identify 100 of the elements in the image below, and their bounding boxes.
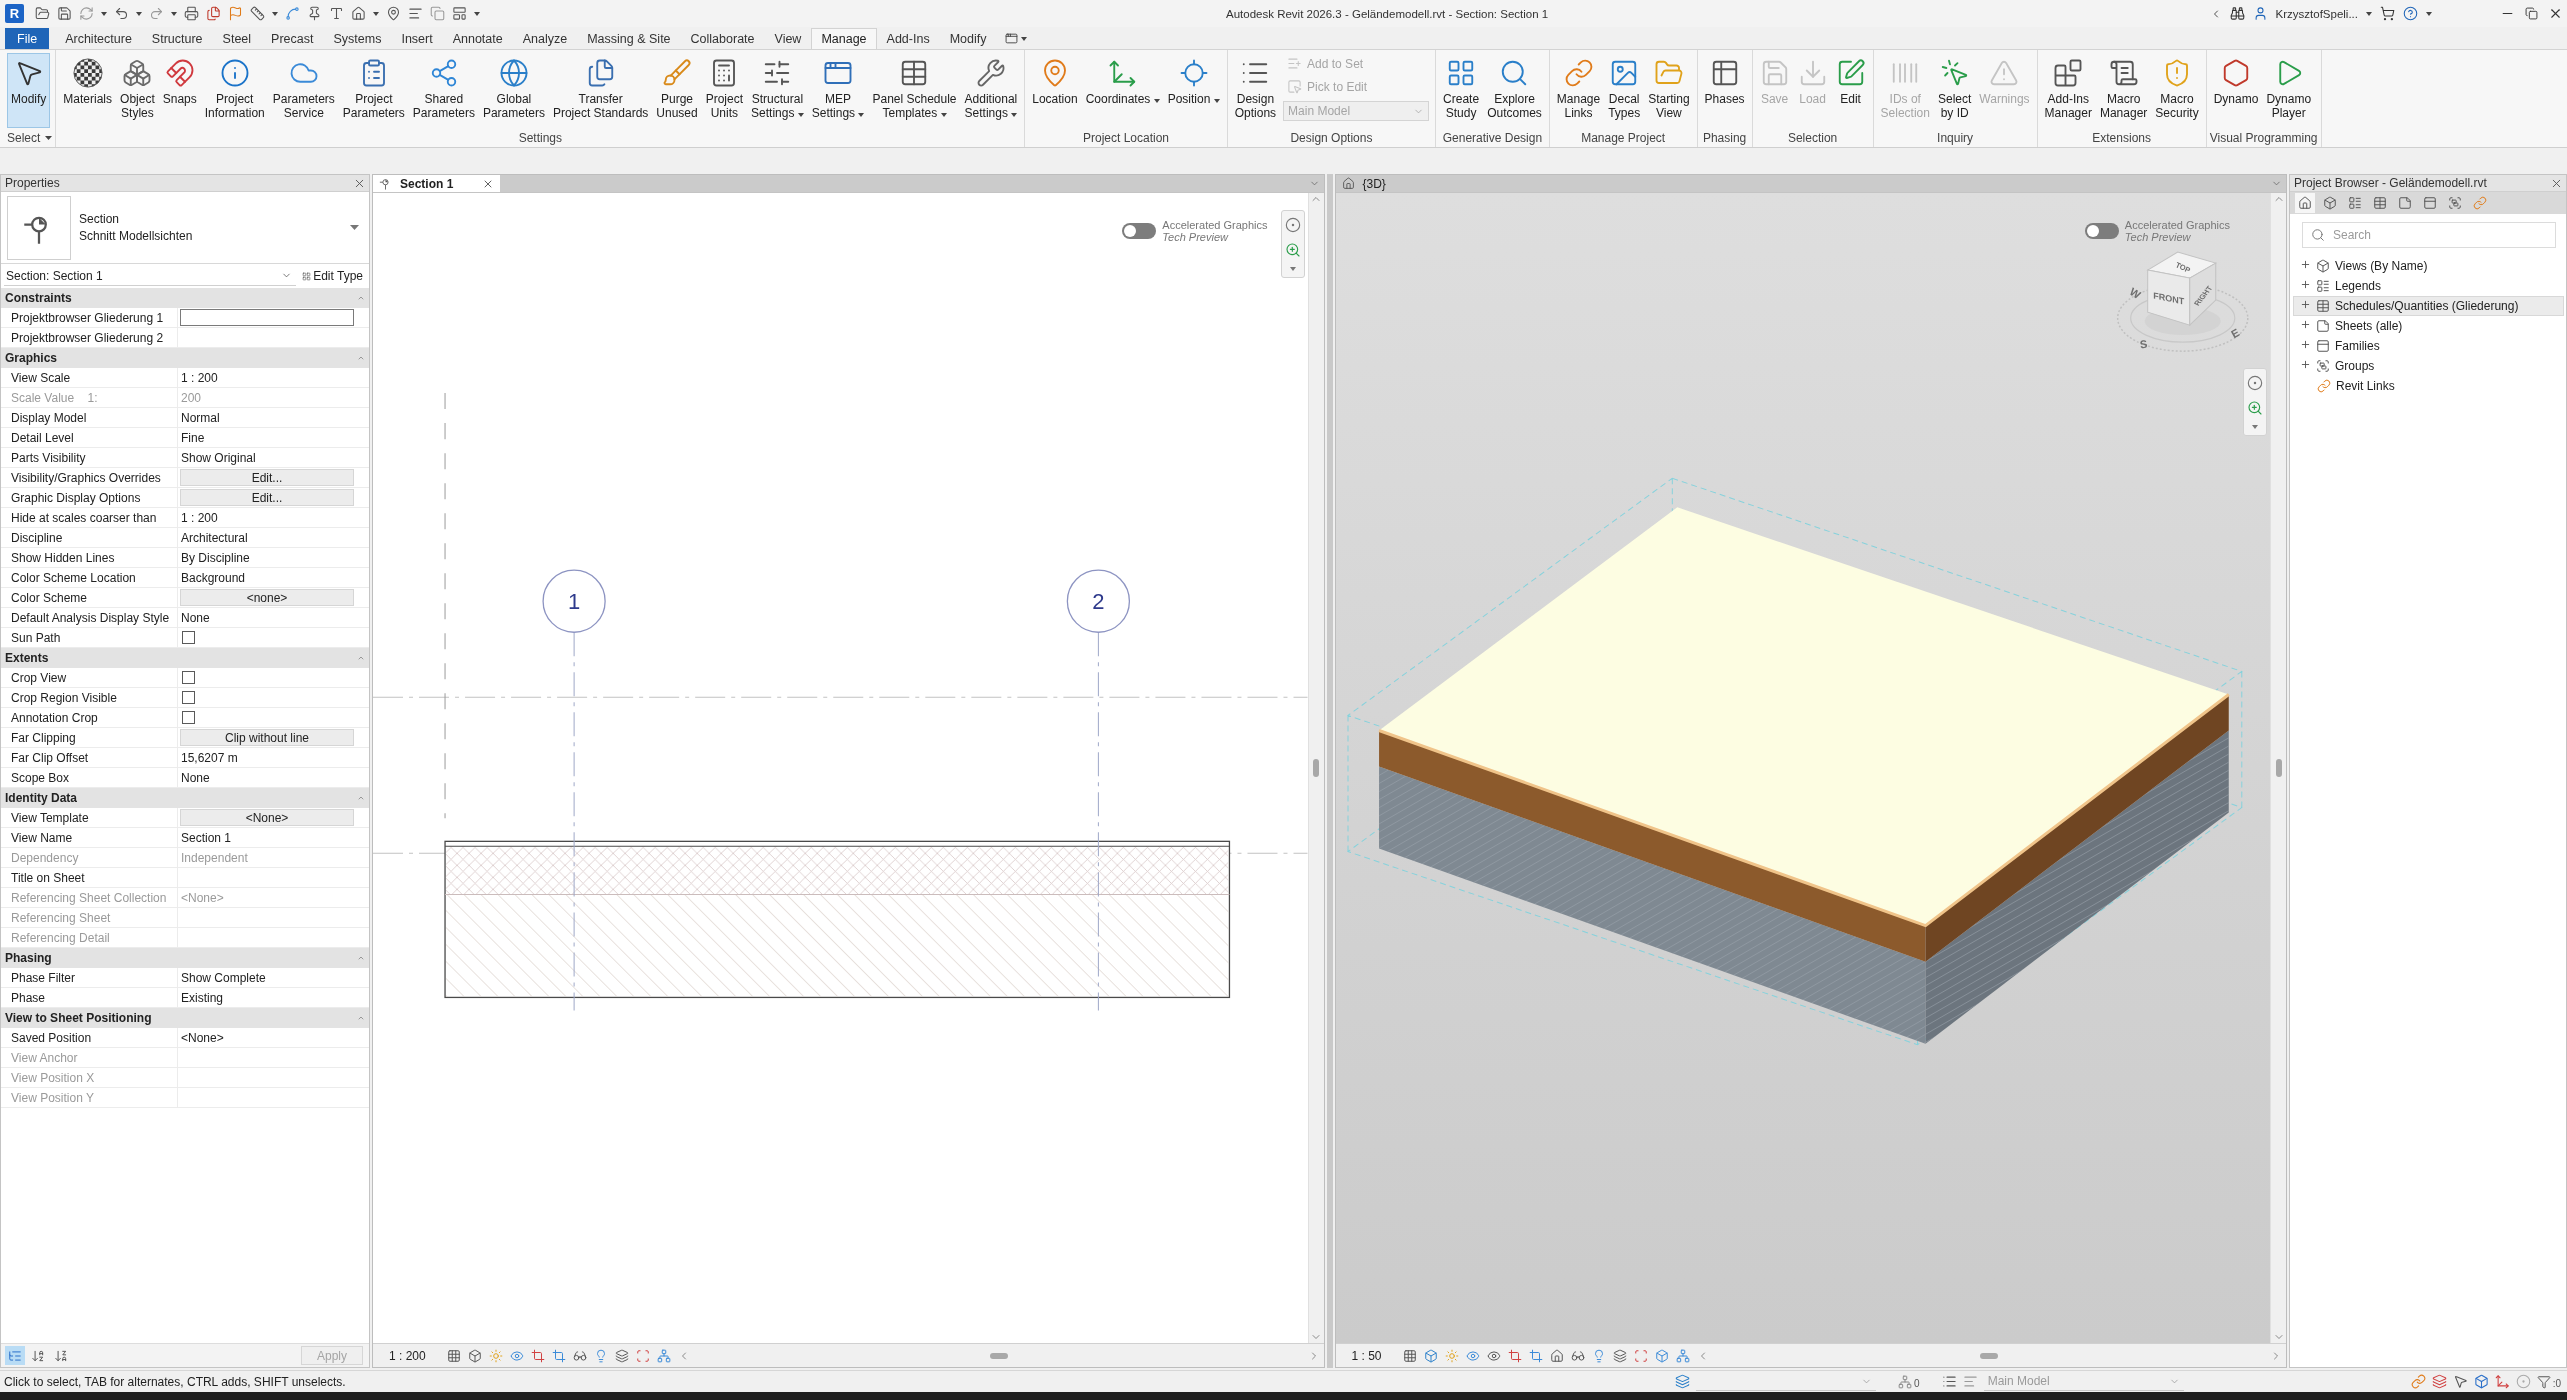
circle-dot-icon[interactable] [2515, 1374, 2531, 1389]
ribbon-tab[interactable]: Architecture [55, 28, 142, 49]
ribbon-button[interactable]: Object Styles [116, 53, 159, 128]
ribbon-tab[interactable]: Precast [261, 28, 324, 49]
caret-icon[interactable] [474, 11, 480, 16]
ribbon-tab[interactable]: Systems [323, 28, 392, 49]
group-header[interactable]: View to Sheet Positioning [1, 1008, 369, 1028]
tree-item[interactable]: Groups [2293, 356, 2564, 376]
cube-icon[interactable] [467, 1348, 482, 1363]
ribbon-tab[interactable]: Steel [212, 28, 262, 49]
view-scale[interactable]: 1 : 200 [373, 1348, 440, 1363]
circle-dot-icon[interactable] [1284, 217, 1301, 233]
grid-icon[interactable] [1402, 1348, 1417, 1363]
redo-icon[interactable] [149, 6, 164, 21]
grid-icon[interactable] [446, 1348, 461, 1363]
ribbon-button[interactable]: Project Information [200, 53, 269, 128]
user-icon[interactable] [2252, 6, 2268, 21]
caret-icon[interactable] [2366, 11, 2372, 16]
eye-icon[interactable] [1486, 1348, 1501, 1363]
map-pin-icon[interactable] [386, 6, 401, 21]
eye-icon[interactable] [509, 1348, 524, 1363]
printer-icon[interactable] [184, 6, 199, 21]
search-field[interactable]: Search [2302, 222, 2556, 248]
ribbon-button[interactable]: Starting View [1644, 53, 1694, 128]
layers-icon[interactable] [1612, 1348, 1627, 1363]
close-icon[interactable] [2548, 6, 2563, 21]
sort-button[interactable] [5, 1346, 25, 1365]
ribbon-button[interactable]: Additional Settings [960, 53, 1022, 128]
ribbon-tab[interactable]: Manage [811, 28, 877, 49]
tree-item[interactable]: Families [2293, 336, 2564, 356]
layers-icon[interactable] [614, 1348, 629, 1363]
tree-item[interactable]: Sheets (alle) [2293, 316, 2564, 336]
property-button[interactable]: Clip without line [180, 729, 354, 746]
eye-icon[interactable] [1465, 1348, 1480, 1363]
restore-icon[interactable] [2525, 7, 2538, 20]
glasses-icon[interactable] [572, 1348, 587, 1363]
tree-item[interactable]: Revit Links [2293, 376, 2564, 396]
crop-icon[interactable] [551, 1348, 566, 1363]
folder-icon[interactable] [35, 6, 50, 21]
ribbon-button[interactable]: Materials [59, 53, 117, 128]
ribbon-tab[interactable]: Structure [141, 28, 213, 49]
spline-icon[interactable] [285, 6, 300, 21]
ribbon-button[interactable]: Design Options [1230, 53, 1281, 128]
files-icon[interactable] [206, 6, 221, 21]
network-icon[interactable] [1675, 1348, 1690, 1363]
save-icon[interactable] [57, 6, 72, 21]
search-input[interactable]: Search [2333, 223, 2555, 247]
ribbon-button[interactable]: Panel Schedule Templates [868, 53, 961, 128]
instance-dropdown[interactable]: Section: Section 1 [4, 266, 297, 286]
app-logo[interactable]: R [5, 4, 24, 23]
ribbon-button[interactable]: Select by ID [1933, 53, 1976, 128]
group-header[interactable]: Phasing [1, 948, 369, 968]
ribbon-button[interactable]: Position [1163, 53, 1224, 128]
ribbon-tab[interactable]: Annotate [442, 28, 513, 49]
crop-icon[interactable] [1528, 1348, 1543, 1363]
cube-icon[interactable] [1654, 1348, 1669, 1363]
binoculars-icon[interactable] [2229, 6, 2245, 21]
ribbon-button[interactable]: Purge Unused [652, 53, 702, 128]
edit-type-button[interactable]: Edit Type [300, 266, 365, 286]
cursor-icon[interactable] [2452, 1374, 2468, 1389]
tree-item[interactable]: Schedules/Quantities (Gliederung) [2293, 296, 2564, 316]
property-button[interactable]: <none> [180, 589, 354, 606]
ribbon-button[interactable]: Snaps [158, 53, 201, 128]
ribbon-button[interactable]: Phases [1700, 53, 1749, 128]
ribbon-button[interactable]: Project Units [701, 53, 748, 128]
checkbox[interactable] [182, 671, 195, 684]
ribbon-tab[interactable]: Massing & Site [577, 28, 681, 49]
caret-icon[interactable] [272, 11, 278, 16]
group-header[interactable]: Extents [1, 648, 369, 668]
grid-bubble[interactable]: 2 [1066, 569, 1131, 633]
caret-icon[interactable] [2252, 425, 2258, 429]
network-icon[interactable] [656, 1348, 671, 1363]
ribbon-button[interactable]: Manage Links [1552, 53, 1605, 128]
layout-icon[interactable] [452, 6, 467, 21]
ribbon-tab[interactable]: Analyze [512, 28, 578, 49]
ribbon-button[interactable]: Global Parameters [478, 53, 549, 128]
ribbon-button[interactable]: Parameters Service [268, 53, 339, 128]
network-icon[interactable] [1898, 1374, 1913, 1389]
glasses-icon[interactable] [1570, 1348, 1585, 1363]
flag-icon[interactable] [228, 6, 243, 21]
cube-icon[interactable] [2473, 1374, 2489, 1389]
panel-title[interactable]: Select [7, 128, 53, 147]
text-icon[interactable] [329, 6, 344, 21]
house-icon[interactable] [1549, 1348, 1564, 1363]
document-tab[interactable]: Section 1 [373, 175, 500, 192]
circle-dot-icon[interactable] [2247, 375, 2263, 391]
tree-item[interactable]: Legends [2293, 276, 2564, 296]
checkbox[interactable] [182, 691, 195, 704]
caret-icon[interactable] [350, 225, 359, 230]
layers-icon[interactable] [2431, 1374, 2447, 1389]
grid-bubble[interactable]: 1 [542, 569, 606, 633]
help-icon[interactable] [2403, 6, 2418, 21]
crop-icon[interactable] [530, 1348, 545, 1363]
ribbon-button[interactable]: Transfer Project Standards [548, 53, 653, 128]
caret-icon[interactable] [171, 11, 177, 16]
property-button[interactable]: Edit... [180, 489, 354, 506]
ribbon-tab[interactable]: Collaborate [680, 28, 765, 49]
caret-icon[interactable] [101, 11, 107, 16]
checkbox[interactable] [182, 631, 195, 644]
ribbon-tab[interactable]: File [5, 28, 50, 49]
